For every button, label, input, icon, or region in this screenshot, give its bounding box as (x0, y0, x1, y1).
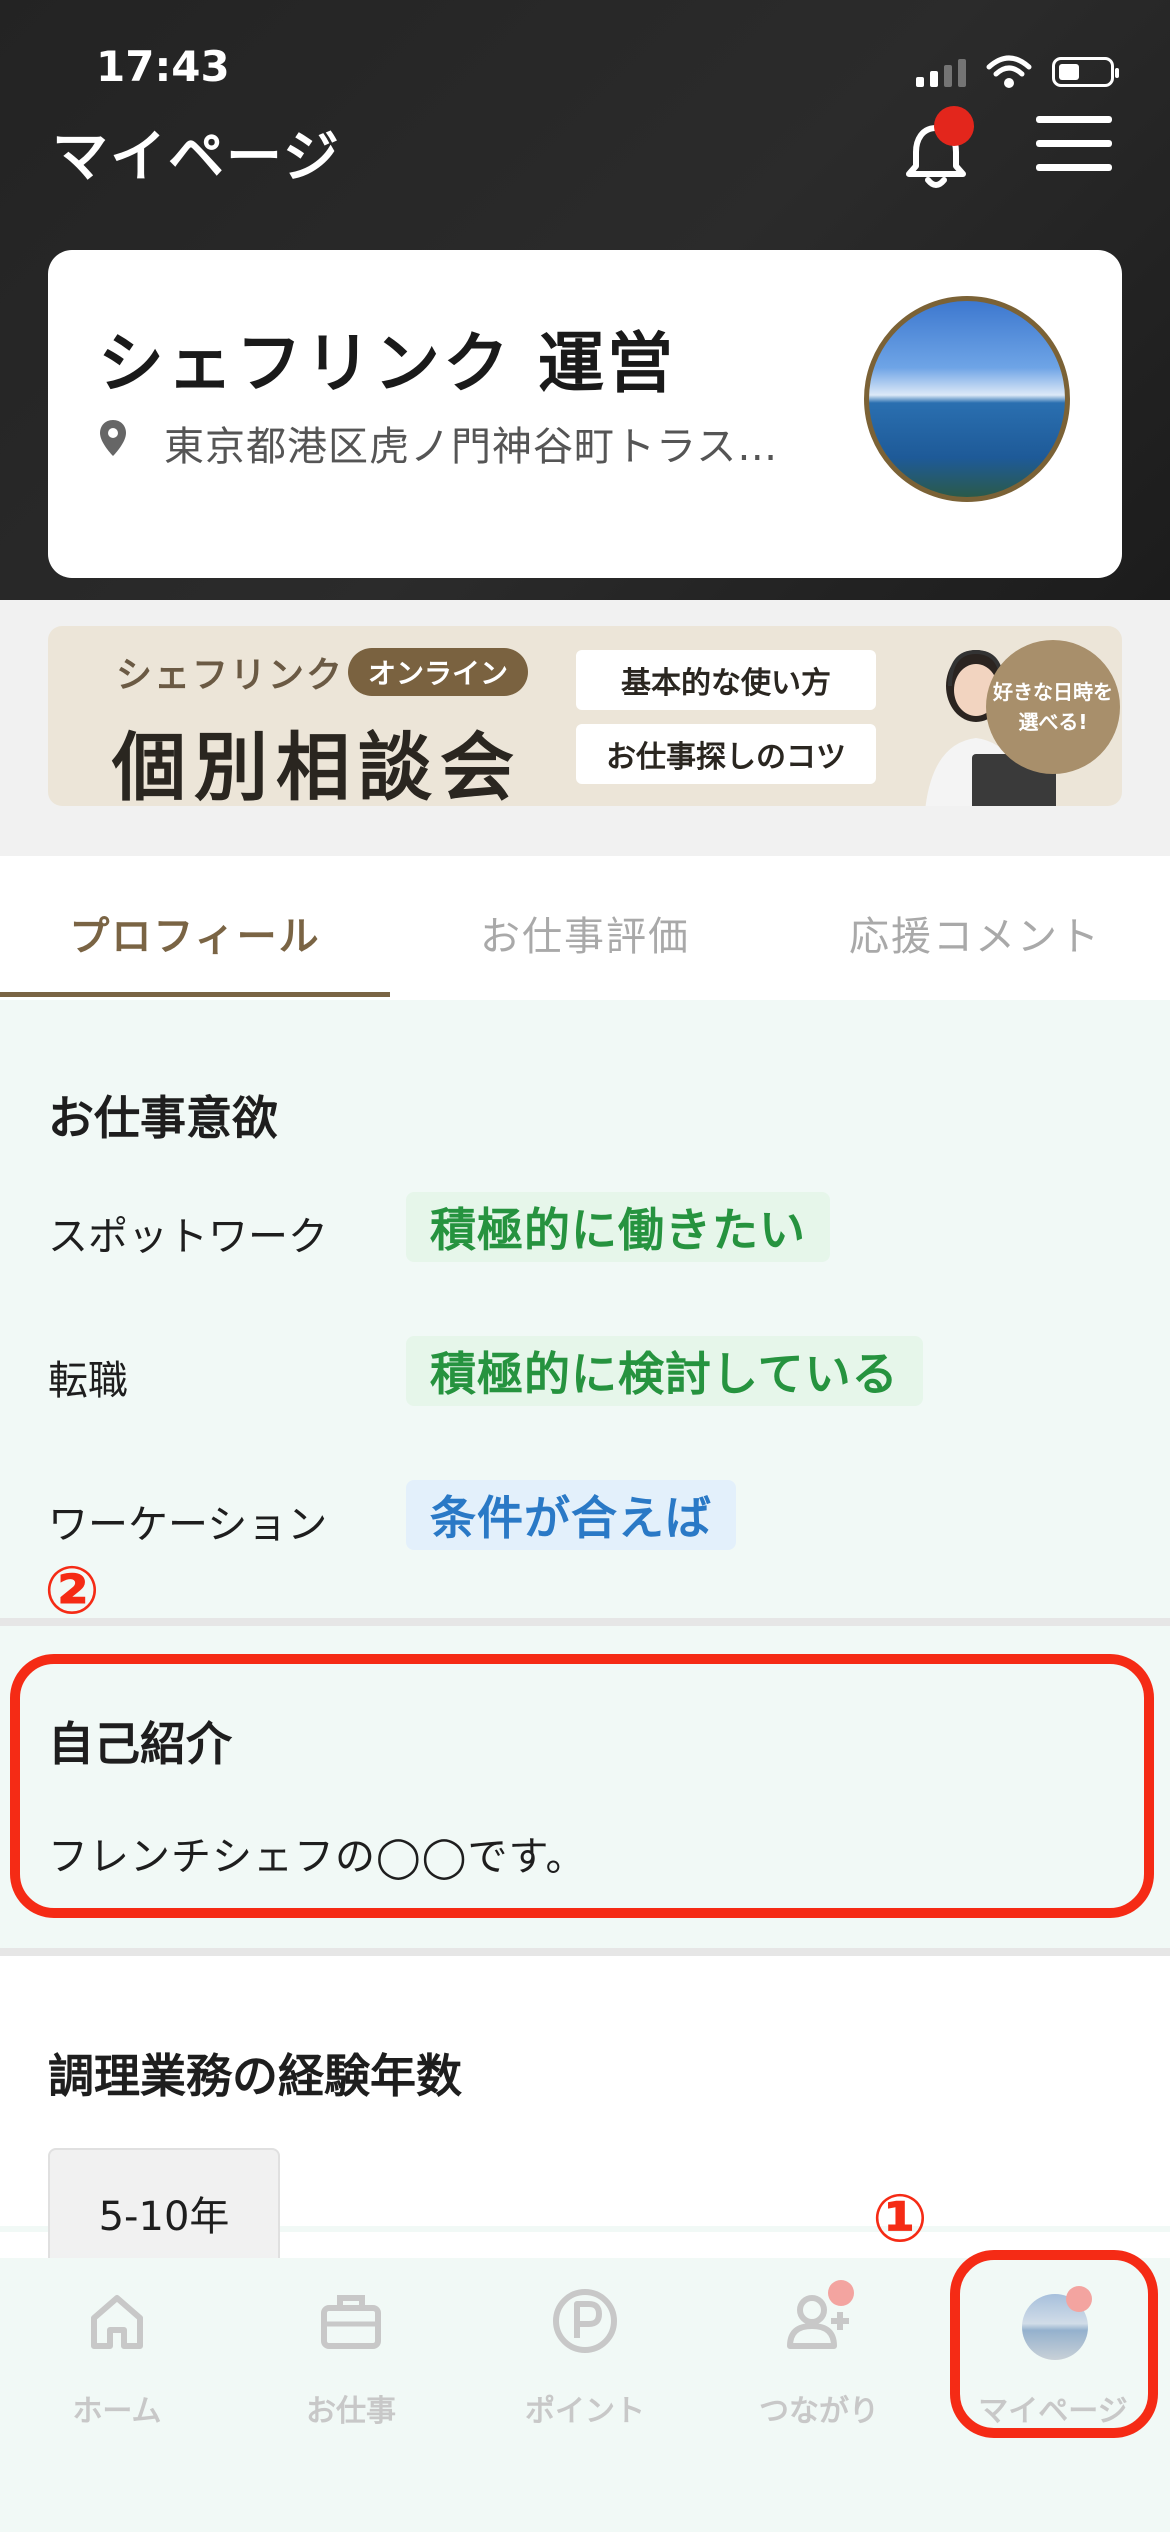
briefcase-icon (321, 2295, 381, 2349)
profile-address: 東京都港区虎ノ門神谷町トラス… (164, 424, 779, 470)
spot-work-label: スポットワーク (48, 1214, 328, 1260)
profile-tabs: プロフィール お仕事評価 応援コメント (0, 856, 1170, 1000)
location-pin-icon (100, 420, 126, 456)
wifi-icon (986, 55, 1032, 88)
status-time: 17:43 (96, 42, 230, 91)
workation-value: 条件が合えば (406, 1480, 736, 1550)
nav-jobs-label: お仕事 (306, 2394, 396, 2429)
app-header: 17:43 マイページ シェフリンク 運営 東京都港区虎ノ門神谷町トラス… (0, 0, 1170, 600)
status-icons (916, 52, 1119, 92)
consultation-banner[interactable]: シェフリンク オンライン 個別相談会 基本的な使い方 お仕事探しのコツ 好きな日… (48, 626, 1122, 806)
page-title: マイページ (52, 125, 341, 190)
profile-avatar[interactable] (864, 296, 1070, 502)
nav-home[interactable]: ホーム (0, 2286, 234, 2436)
job-change-value: 積極的に検討している (406, 1336, 923, 1406)
profile-card[interactable]: シェフリンク 運営 東京都港区虎ノ門神谷町トラス… (48, 250, 1122, 578)
spot-work-value: 積極的に働きたい (406, 1192, 830, 1262)
experience-heading: 調理業務の経験年数 (48, 2049, 462, 2103)
job-change-label: 転職 (48, 1358, 128, 1404)
annotation-marker-1: ① (872, 2180, 928, 2257)
nav-points-label: ポイント (525, 2394, 645, 2429)
tab-profile[interactable]: プロフィール (0, 904, 390, 962)
nav-home-label: ホーム (72, 2394, 162, 2429)
banner-brand: シェフリンク (116, 655, 345, 696)
section-divider (0, 1618, 1170, 1626)
banner-bubble: 好きな日時を選べる! (986, 640, 1120, 774)
banner-online-badge: オンライン (348, 648, 529, 696)
nav-points[interactable]: ポイント (468, 2286, 702, 2436)
home-icon (91, 2295, 143, 2349)
annotation-highlight-self-intro (10, 1654, 1154, 1918)
nav-connections-label: つながり (759, 2394, 879, 2429)
annotation-highlight-mypage (950, 2250, 1158, 2438)
nav-connections[interactable]: つながり (702, 2280, 936, 2436)
banner-title: 個別相談会 (112, 725, 522, 806)
banner-topic-job-tips: お仕事探しのコツ (576, 724, 876, 784)
nav-jobs[interactable]: お仕事 (234, 2286, 468, 2436)
experience-years-value: 5-10年 (48, 2148, 280, 2268)
battery-icon (1052, 57, 1119, 87)
section-divider (0, 1948, 1170, 1956)
tab-support-comments[interactable]: 応援コメント (780, 904, 1170, 962)
cellular-signal-icon (916, 57, 966, 87)
nav-connections-badge (828, 2280, 854, 2306)
workation-label: ワーケーション (48, 1502, 328, 1548)
work-motivation-heading: お仕事意欲 (48, 1091, 278, 1145)
profile-name: シェフリンク 運営 (98, 325, 676, 402)
active-tab-indicator (0, 992, 390, 997)
points-icon (553, 2289, 617, 2353)
notification-badge (934, 106, 974, 146)
tab-job-reviews[interactable]: お仕事評価 (390, 904, 780, 962)
banner-topic-basic-usage: 基本的な使い方 (576, 650, 876, 710)
menu-icon[interactable] (1036, 116, 1112, 172)
